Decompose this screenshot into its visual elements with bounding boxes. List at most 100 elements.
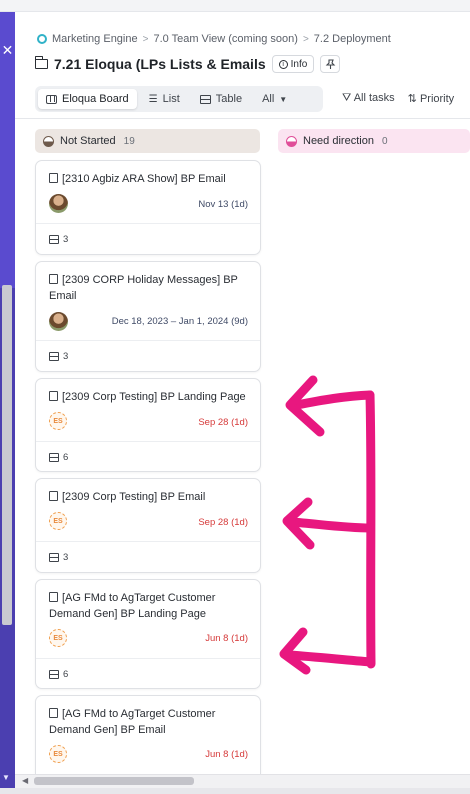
vertical-scrollbar-thumb[interactable] xyxy=(2,285,12,625)
chevron-down-icon: ▼ xyxy=(279,94,288,104)
card-divider xyxy=(36,541,260,542)
task-icon xyxy=(49,173,58,183)
column-count: 0 xyxy=(381,135,388,147)
due-date[interactable]: Jun 8 (1d) xyxy=(205,633,248,644)
list-icon: ☰ xyxy=(148,93,158,105)
tab-list[interactable]: ☰ List xyxy=(141,89,188,109)
subtask-count[interactable]: 6 xyxy=(49,669,68,680)
priority-label: Priority xyxy=(419,93,455,105)
card-divider xyxy=(36,340,260,341)
task-icon xyxy=(49,274,58,284)
avatar[interactable]: ES xyxy=(49,745,67,763)
divider xyxy=(15,118,470,119)
column-title: Need direction xyxy=(303,135,374,147)
breadcrumb-item-folder[interactable]: 7.0 Team View (coming soon) xyxy=(153,33,298,45)
close-icon[interactable]: ✕ xyxy=(0,42,15,59)
view-tabs: Eloqua Board ☰ List Table All ▼ xyxy=(35,86,323,112)
top-strip xyxy=(0,0,470,12)
breadcrumb-item-subfolder[interactable]: 7.2 Deployment xyxy=(314,33,391,45)
due-date[interactable]: Jun 8 (1d) xyxy=(205,749,248,760)
task-icon xyxy=(49,708,58,718)
subtasks-icon xyxy=(49,352,59,361)
info-button[interactable]: i Info xyxy=(271,55,315,73)
subtask-number: 6 xyxy=(63,452,69,463)
filter-bar: ⛛ All tasks ⇅ Priority xyxy=(342,92,454,105)
avatar[interactable] xyxy=(49,312,68,331)
subtask-count[interactable]: 3 xyxy=(49,552,68,563)
avatar[interactable]: ES xyxy=(49,512,67,530)
tab-all-views-dropdown[interactable]: All ▼ xyxy=(254,89,295,109)
subtasks-icon xyxy=(49,670,59,679)
tab-label: All xyxy=(262,93,275,105)
priority-sort[interactable]: ⇅ Priority xyxy=(408,92,455,105)
column-count: 19 xyxy=(123,135,135,147)
card-divider xyxy=(36,658,260,659)
card-divider xyxy=(36,441,260,442)
page-title[interactable]: 7.21 Eloqua (LPs Lists & Emails xyxy=(54,56,266,72)
tab-eloqua-board[interactable]: Eloqua Board xyxy=(38,89,137,109)
subtasks-icon xyxy=(49,553,59,562)
avatar[interactable] xyxy=(49,194,68,213)
task-card[interactable]: [2309 CORP Holiday Messages] BP Email De… xyxy=(35,261,261,372)
column-header-not-started[interactable]: Not Started 19 xyxy=(35,129,260,153)
subtask-number: 3 xyxy=(63,351,69,362)
card-title[interactable]: [AG FMd to AgTarget Customer Demand Gen]… xyxy=(49,590,254,622)
bracket-annotation xyxy=(279,375,376,675)
bottom-strip xyxy=(0,788,470,794)
tab-label: List xyxy=(162,93,180,105)
annotation-arrow-shaft xyxy=(292,390,375,410)
tab-label: Eloqua Board xyxy=(62,93,129,105)
scroll-down-icon[interactable]: ▼ xyxy=(2,773,10,782)
due-date[interactable]: Dec 18, 2023 – Jan 1, 2024 (9d) xyxy=(112,316,248,327)
table-icon xyxy=(199,94,211,104)
card-title[interactable]: [2310 Agbiz ARA Show] BP Email xyxy=(49,171,254,187)
card-title-text: [AG FMd to AgTarget Customer Demand Gen]… xyxy=(49,708,216,736)
tab-label: Table xyxy=(215,93,243,105)
breadcrumb-separator: > xyxy=(142,33,149,45)
subtask-count[interactable]: 3 xyxy=(49,351,68,362)
column-title: Not Started xyxy=(60,135,116,147)
avatar-initials: ES xyxy=(53,517,63,525)
breadcrumb-item-space[interactable]: Marketing Engine xyxy=(52,33,138,45)
avatar-initials: ES xyxy=(53,417,63,425)
subtask-number: 6 xyxy=(63,669,69,680)
pin-button[interactable] xyxy=(320,55,341,73)
tab-table[interactable]: Table xyxy=(192,89,250,109)
pin-icon xyxy=(325,58,336,69)
due-date[interactable]: Sep 28 (1d) xyxy=(198,517,248,528)
avatar[interactable]: ES xyxy=(49,629,67,647)
subtasks-icon xyxy=(49,235,59,244)
task-card[interactable]: [AG FMd to AgTarget Customer Demand Gen]… xyxy=(35,579,261,689)
space-icon xyxy=(37,34,47,44)
all-tasks-filter[interactable]: ⛛ All tasks xyxy=(342,92,395,105)
all-tasks-label: All tasks xyxy=(353,92,395,104)
subtask-count[interactable]: 6 xyxy=(49,452,68,463)
subtask-number: 3 xyxy=(63,234,69,245)
avatar[interactable]: ES xyxy=(49,412,67,430)
annotation-arrow-shaft xyxy=(287,517,375,533)
annotation-arrowhead xyxy=(282,497,315,550)
horizontal-scrollbar-thumb[interactable] xyxy=(34,777,194,785)
due-date[interactable]: Nov 13 (1d) xyxy=(198,199,248,210)
avatar-initials: ES xyxy=(53,634,63,642)
folder-icon xyxy=(34,56,48,69)
annotation-vertical-line xyxy=(365,390,376,669)
task-card[interactable]: [2309 Corp Testing] BP Email ES Sep 28 (… xyxy=(35,478,261,573)
subtask-number: 3 xyxy=(63,552,69,563)
task-card[interactable]: [AG FMd to AgTarget Customer Demand Gen]… xyxy=(35,695,261,774)
subtask-count[interactable]: 3 xyxy=(49,234,68,245)
status-icon xyxy=(286,135,297,147)
card-title[interactable]: [2309 CORP Holiday Messages] BP Email xyxy=(49,272,254,304)
card-title[interactable]: [2309 Corp Testing] BP Landing Page xyxy=(49,389,254,405)
task-card[interactable]: [2310 Agbiz ARA Show] BP Email Nov 13 (1… xyxy=(35,160,261,255)
task-card[interactable]: [2309 Corp Testing] BP Landing Page ES S… xyxy=(35,378,261,472)
annotation-arrowhead xyxy=(285,375,325,437)
card-title[interactable]: [AG FMd to AgTarget Customer Demand Gen]… xyxy=(49,706,254,738)
column-header-need-direction[interactable]: Need direction 0 xyxy=(278,129,470,153)
card-title[interactable]: [2309 Corp Testing] BP Email xyxy=(49,489,254,505)
due-date[interactable]: Sep 28 (1d) xyxy=(198,417,248,428)
subtasks-icon xyxy=(49,453,59,462)
scroll-left-icon[interactable]: ◀ xyxy=(22,776,28,785)
sort-icon: ⇅ xyxy=(407,93,417,105)
breadcrumb-separator: > xyxy=(302,33,309,45)
